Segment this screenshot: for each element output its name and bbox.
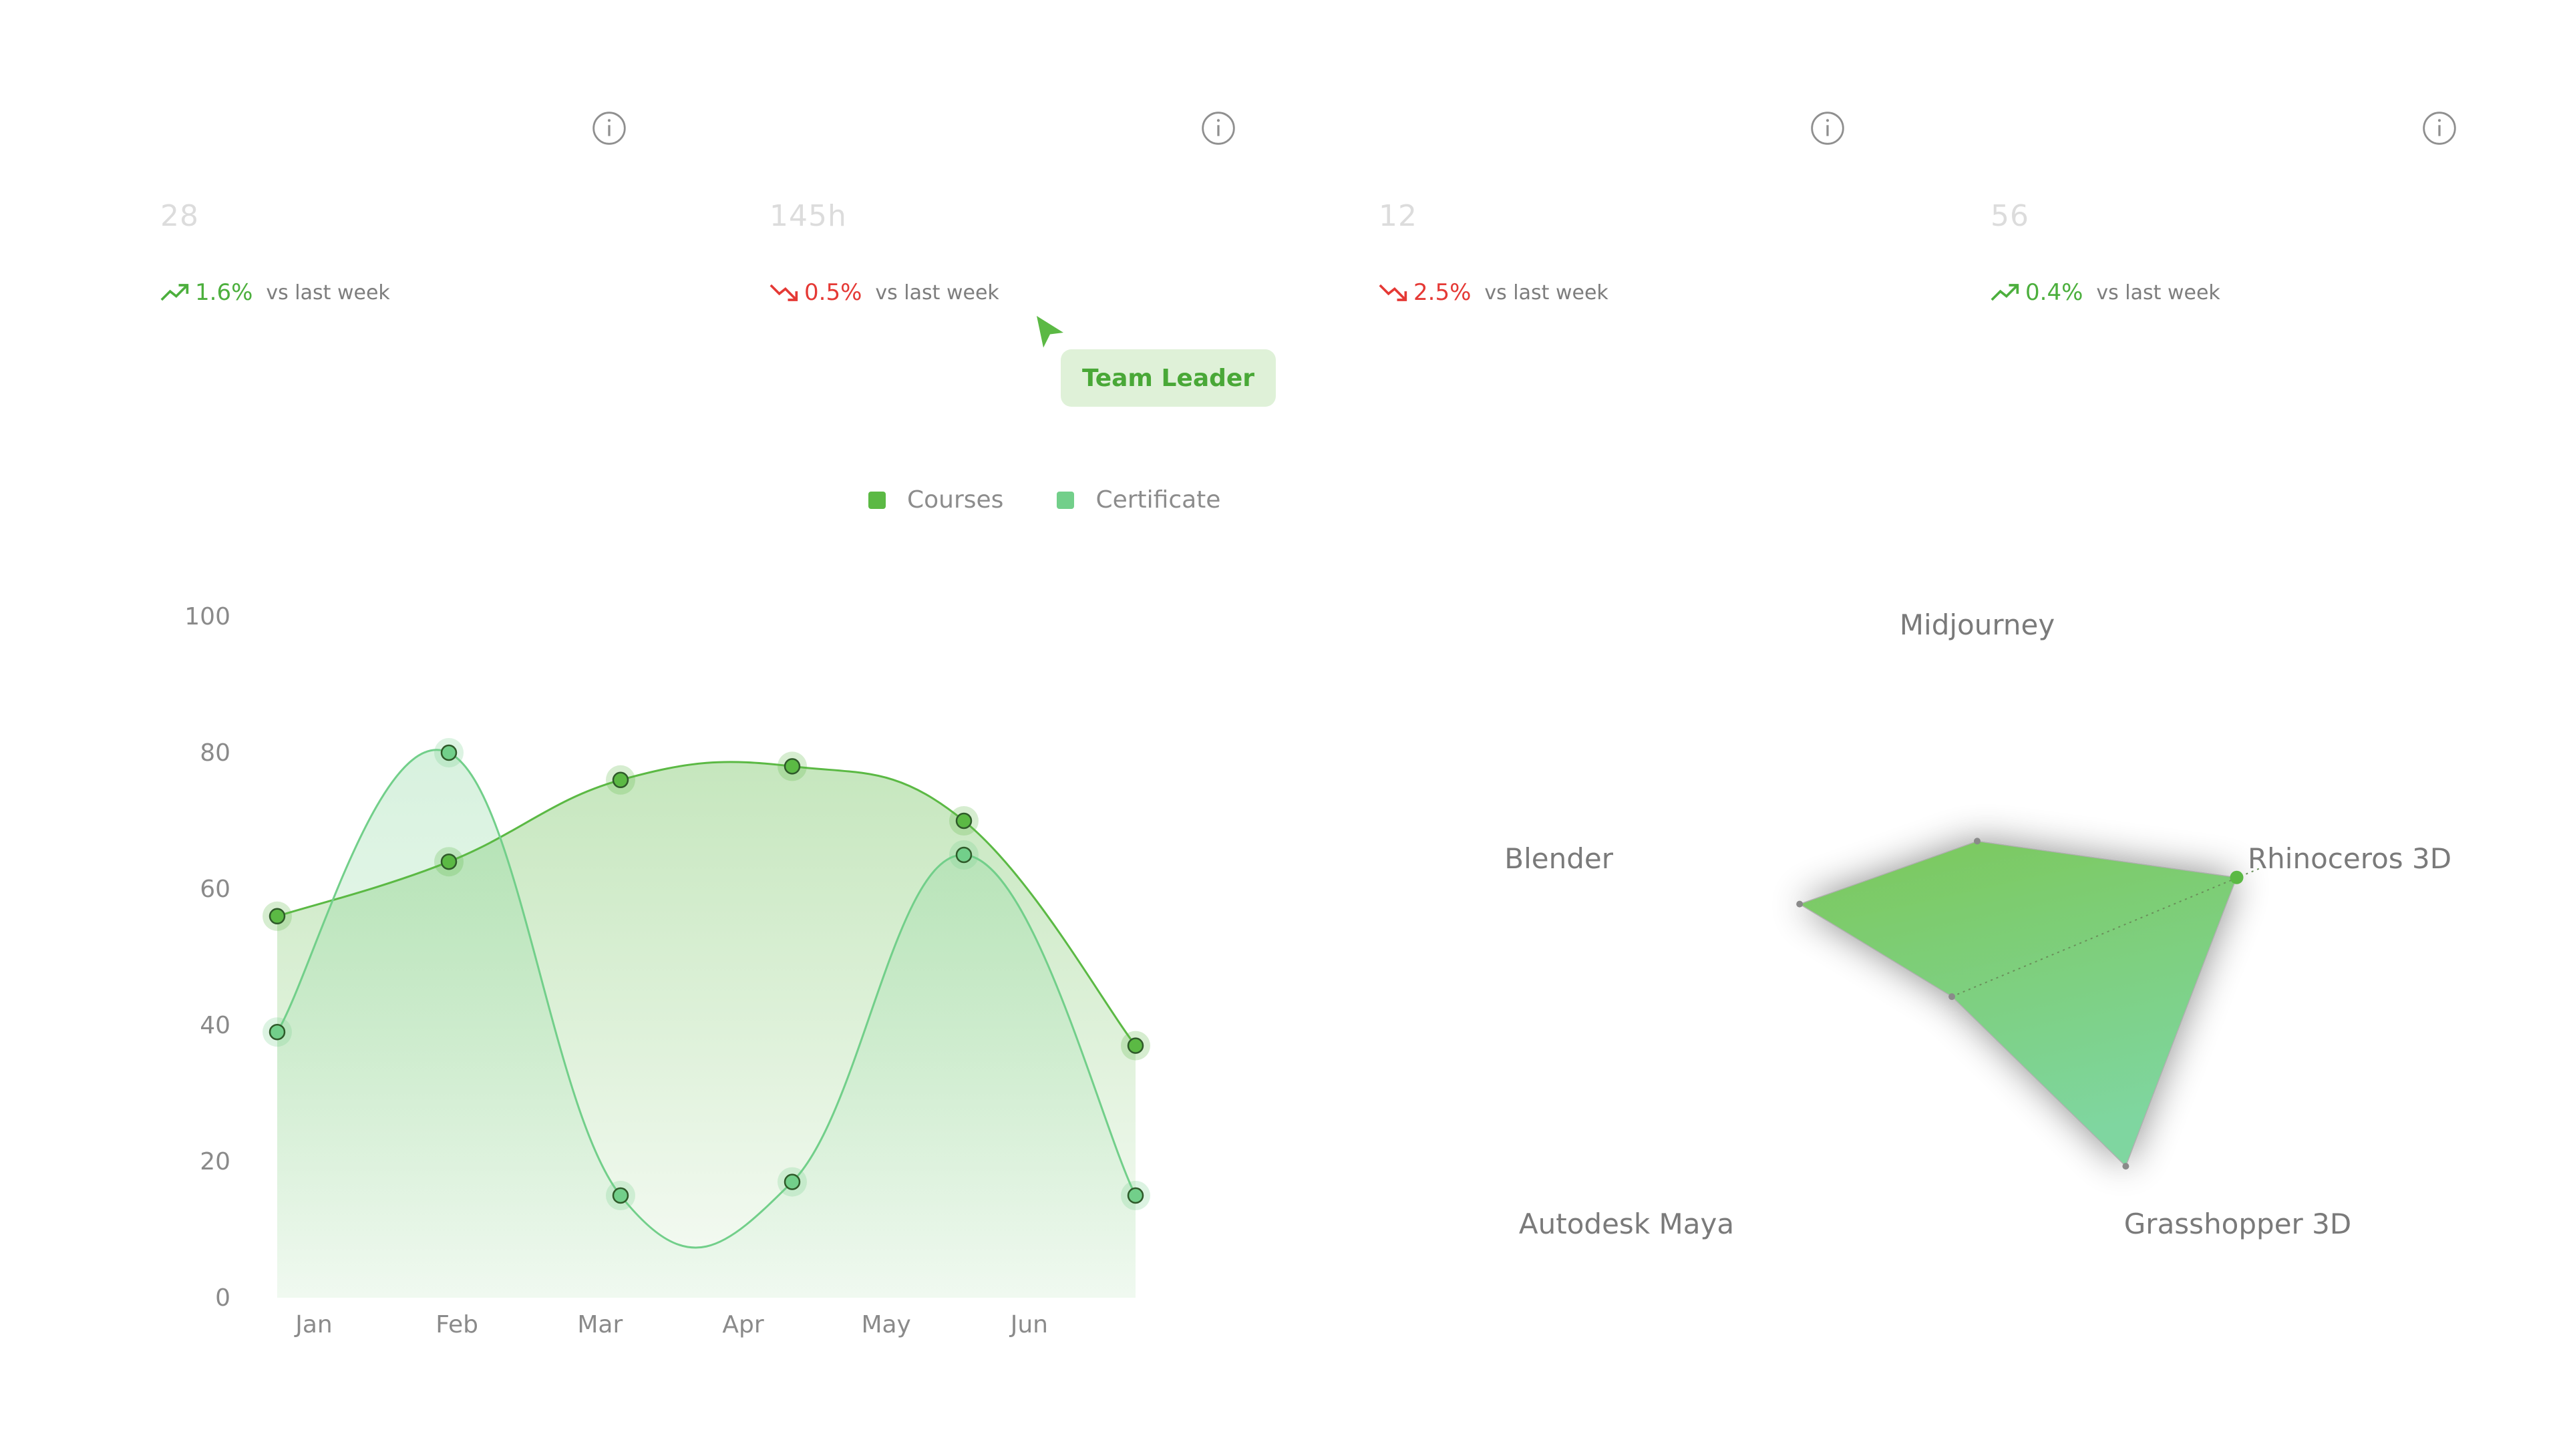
y-tick-label: 0 [215, 1284, 230, 1312]
stat-card-2: 145h 0.5% vs last week [770, 100, 1237, 327]
data-point-courses[interactable] [434, 847, 464, 877]
radar-axis-label: Midjourney [1900, 608, 2055, 641]
data-point-courses[interactable] [949, 806, 979, 836]
change-label: vs last week [1484, 281, 1608, 305]
info-icon[interactable] [590, 110, 628, 147]
x-tick-label: Apr [722, 1311, 763, 1338]
data-point-courses[interactable] [606, 765, 635, 795]
data-point-certificate[interactable] [1121, 1181, 1150, 1210]
change-percent: 0.4% [2025, 279, 2083, 306]
info-icon[interactable] [2421, 110, 2458, 147]
radar-axis-label: Autodesk Maya [1519, 1208, 1734, 1240]
radar-chart: Midjourney Rhinoceros 3D Grasshopper 3D Aut… [1504, 608, 2451, 1240]
x-tick-label: Jun [1009, 1311, 1048, 1338]
cursor-pointer-icon [1037, 316, 1063, 348]
legend-label: Certificate [1095, 486, 1221, 514]
trend-down-icon [770, 284, 798, 301]
stat-card-1: 28 1.6% vs last week [160, 100, 628, 327]
x-tick-label: Jan [294, 1311, 333, 1338]
legend-swatch [868, 491, 886, 509]
info-icon[interactable] [1809, 110, 1846, 147]
change-percent: 1.6% [195, 279, 253, 306]
change-label: vs last week [266, 281, 390, 305]
legend-item-certificate[interactable]: Certificate [1057, 486, 1220, 514]
radar-axis-label: Blender [1504, 842, 1613, 875]
data-point-courses[interactable] [778, 751, 807, 781]
stat-value: 12 [1379, 199, 1417, 233]
x-tick-label: May [861, 1311, 910, 1338]
stat-value: 145h [770, 199, 847, 233]
stat-card-4: 56 0.4% vs last week [1991, 100, 2458, 327]
data-point-certificate[interactable] [263, 1017, 292, 1047]
stat-card-3: 12 2.5% vs last week [1379, 100, 1846, 327]
data-point-certificate[interactable] [949, 840, 979, 870]
change-label: vs last week [2096, 281, 2220, 305]
trend-down-icon [1379, 284, 1407, 301]
change-percent: 2.5% [1413, 279, 1472, 306]
change-percent: 0.5% [804, 279, 862, 306]
legend-label: Courses [907, 486, 1004, 514]
line-chart: 0 20 40 60 80 100 Jan Feb Mar Apr May Jun [184, 603, 1150, 1338]
data-point-certificate[interactable] [434, 738, 464, 767]
radar-vertex[interactable] [1974, 838, 1981, 845]
y-tick-label: 60 [200, 876, 230, 903]
data-point-courses[interactable] [263, 901, 292, 931]
y-tick-label: 80 [200, 739, 230, 767]
stat-change: 2.5% vs last week [1379, 279, 1608, 306]
legend-swatch [1057, 491, 1075, 509]
trend-up-icon [1991, 284, 2019, 301]
radar-vertex[interactable] [1948, 993, 1956, 1000]
role-tooltip: Team Leader [1061, 349, 1276, 407]
data-point-certificate[interactable] [778, 1167, 807, 1197]
trend-up-icon [160, 284, 189, 301]
radar-area [1798, 840, 2238, 1167]
stat-change: 1.6% vs last week [160, 279, 390, 306]
change-label: vs last week [875, 281, 999, 305]
radar-axis-label: Rhinoceros 3D [2248, 842, 2451, 875]
stat-change: 0.5% vs last week [770, 279, 999, 306]
radar-vertex[interactable] [1796, 900, 1804, 908]
y-tick-label: 100 [184, 603, 230, 630]
stat-value: 28 [160, 199, 199, 233]
info-icon[interactable] [1200, 110, 1237, 147]
radar-vertex[interactable] [2230, 870, 2244, 884]
stat-value: 56 [1991, 199, 2029, 233]
x-tick-label: Feb [436, 1311, 478, 1338]
data-point-certificate[interactable] [606, 1181, 635, 1210]
y-tick-label: 40 [200, 1012, 230, 1039]
x-tick-label: Mar [577, 1311, 623, 1338]
legend-item-courses[interactable]: Courses [868, 486, 1003, 514]
y-tick-label: 20 [200, 1148, 230, 1175]
chart-legend: Courses Certificate [868, 486, 1274, 514]
radar-vertex[interactable] [2122, 1163, 2129, 1170]
data-point-courses[interactable] [1121, 1031, 1150, 1061]
stat-change: 0.4% vs last week [1991, 279, 2220, 306]
radar-axis-label: Grasshopper 3D [2124, 1208, 2351, 1240]
